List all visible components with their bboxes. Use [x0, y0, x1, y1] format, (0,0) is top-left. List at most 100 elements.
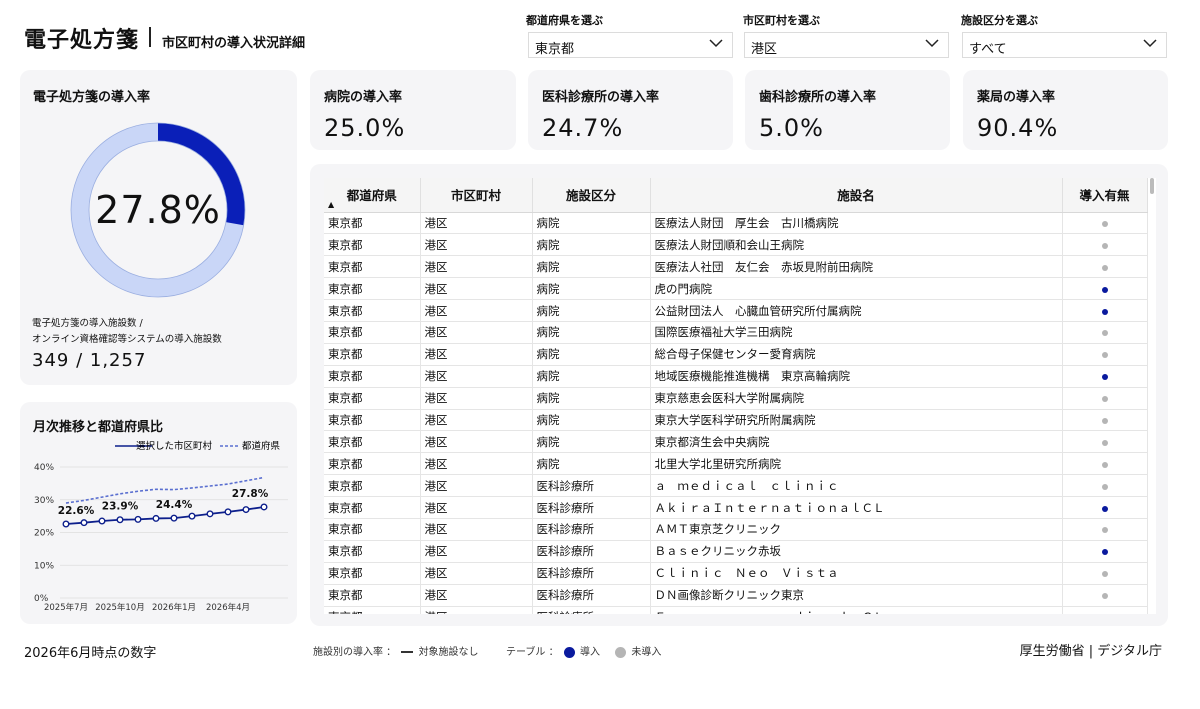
column-header-introduced[interactable]: 導入有無	[1062, 178, 1148, 213]
kpi-medical-clinic-value: 24.7%	[542, 114, 624, 142]
table-row[interactable]: 東京都 港区 病院 医療法人財団順和会山王病院	[324, 233, 1148, 257]
column-header-facility-type[interactable]: 施設区分	[532, 178, 651, 213]
footer-legend-table-label: テーブル ：	[506, 647, 559, 658]
cell-facility-type: 医科診療所	[532, 474, 651, 498]
cell-introduced	[1062, 518, 1148, 541]
y-tick-label: 10%	[34, 561, 54, 571]
cell-facility-type: 病院	[532, 387, 651, 410]
prefecture-select[interactable]: 東京都	[528, 32, 733, 58]
table-row[interactable]: 東京都 港区 病院 北里大学北里研究所病院	[324, 452, 1148, 476]
data-label: 27.8%	[232, 488, 269, 500]
cell-municipality: 港区	[420, 606, 533, 614]
x-tick-label: 2026年1月	[152, 602, 196, 613]
cell-introduced	[1062, 387, 1148, 410]
cell-facility-type: 病院	[532, 255, 651, 279]
overall-rate-value: 27.8%	[95, 188, 221, 232]
table-row[interactable]: 東京都 港区 病院 東京慈恵会医科大学附属病院	[324, 387, 1148, 410]
facility-table: 都道府県 ▲ 市区町村 施設区分 施設名 導入有無 東京都 港区 病院 医療法人財団 …	[324, 178, 1148, 614]
column-header-prefecture[interactable]: 都道府県 ▲	[324, 178, 421, 213]
cell-introduced	[1062, 409, 1148, 432]
data-point	[134, 515, 142, 523]
kpi-dental-clinic-card: 歯科診療所の導入率 5.0%	[745, 70, 950, 150]
cell-prefecture: 東京都	[324, 584, 421, 607]
cell-facility-type: 医科診療所	[532, 606, 651, 614]
cell-introduced	[1062, 255, 1148, 279]
cell-municipality: 港区	[420, 233, 533, 257]
table-row[interactable]: 東京都 港区 医科診療所 ＡＭＴ東京芝クリニック	[324, 518, 1148, 541]
cell-facility-type: 病院	[532, 365, 651, 388]
table-scrollbar-thumb[interactable]	[1150, 178, 1154, 194]
cell-facility-type: 医科診療所	[532, 540, 651, 563]
table-row[interactable]: 東京都 港区 病院 国際医療福祉大学三田病院	[324, 321, 1148, 344]
data-point	[224, 508, 232, 516]
cell-facility-name: 東京都済生会中央病院	[650, 430, 1063, 454]
table-row[interactable]: 東京都 港区 病院 東京都済生会中央病院	[324, 430, 1148, 454]
table-row[interactable]: 東京都 港区 医科診療所 Ｂａｓｅクリニック赤坂	[324, 540, 1148, 563]
facility-type-select-value: すべて	[969, 42, 1007, 57]
overall-counts: 349 / 1,257	[32, 350, 147, 371]
cell-prefecture: 東京都	[324, 212, 421, 235]
table-row[interactable]: 東京都港区医科診療所Ｅｖｅｒｇｒｅｅｎ ｍｅｄｉｃａｌ ＣＬ	[324, 606, 1148, 614]
data-point	[242, 506, 250, 514]
cell-municipality: 港区	[420, 365, 533, 388]
cell-prefecture: 東京都	[324, 452, 421, 476]
table-row[interactable]: 東京都 港区 病院 東京大学医科学研究所附属病院	[324, 409, 1148, 432]
dashed-line-icon	[401, 651, 414, 653]
table-row[interactable]: 東京都 港区 病院 総合母子保健センター愛育病院	[324, 343, 1148, 366]
cell-municipality: 港区	[420, 387, 533, 410]
kpi-pharmacy-title: 薬局の導入率	[977, 90, 1056, 105]
cell-introduced	[1062, 496, 1148, 519]
cell-facility-type: 病院	[532, 299, 651, 322]
cell-facility-name: Ｅｖｅｒｇｒｅｅｎ ｍｅｄｉｃａｌ ＣＬ	[650, 606, 1063, 614]
cell-introduced	[1062, 299, 1148, 322]
chevron-down-icon	[709, 39, 723, 48]
cell-prefecture: 東京都	[324, 518, 421, 541]
facility-type-select[interactable]: すべて	[962, 32, 1167, 58]
x-tick-label: 2025年7月	[44, 602, 88, 613]
municipality-select[interactable]: 港区	[744, 32, 949, 58]
not-introduced-dot-icon	[1101, 352, 1108, 359]
cell-municipality: 港区	[420, 255, 533, 279]
not-introduced-dot-icon	[1101, 461, 1108, 468]
cell-introduced	[1062, 540, 1148, 563]
table-header-row: 都道府県 ▲ 市区町村 施設区分 施設名 導入有無	[324, 178, 1148, 213]
overall-rate-title: 電子処方箋の導入率	[33, 90, 151, 105]
table-row[interactable]: 東京都 港区 病院 虎の門病院	[324, 277, 1148, 301]
cell-municipality: 港区	[420, 452, 533, 476]
facility-table-container[interactable]: 都道府県 ▲ 市区町村 施設区分 施設名 導入有無 東京都 港区 病院 医療法人財団 …	[324, 178, 1156, 614]
facility-type-filter: 施設区分を選ぶ すべて	[961, 12, 1167, 58]
cell-facility-type: 病院	[532, 343, 651, 366]
column-header-municipality[interactable]: 市区町村	[420, 178, 533, 213]
cell-prefecture: 東京都	[324, 233, 421, 257]
prefecture-filter: 都道府県を選ぶ 東京都	[526, 12, 733, 58]
cell-facility-type: 病院	[532, 212, 651, 235]
footer-legend-rate: 施設別の導入率 ： 対象施設なし	[313, 643, 479, 658]
introduced-dot-icon	[1101, 549, 1108, 556]
table-row[interactable]: 東京都 港区 病院 医療法人財団 厚生会 古川橋病院	[324, 212, 1148, 235]
table-row[interactable]: 東京都 港区 医科診療所 ＤＮ画像診断クリニック東京	[324, 584, 1148, 607]
table-row[interactable]: 東京都 港区 病院 公益財団法人 心臓血管研究所付属病院	[324, 299, 1148, 322]
cell-facility-name: ＡＭＴ東京芝クリニック	[650, 518, 1063, 541]
cell-facility-type: 病院	[532, 233, 651, 257]
cell-municipality: 港区	[420, 518, 533, 541]
footer-legend-yes-label: 導入	[579, 647, 600, 658]
kpi-hospital-card: 病院の導入率 25.0%	[310, 70, 516, 150]
cell-prefecture: 東京都	[324, 606, 421, 614]
cell-facility-name: 東京慈恵会医科大学附属病院	[650, 387, 1063, 410]
cell-facility-name: 公益財団法人 心臓血管研究所付属病院	[650, 299, 1063, 322]
table-row[interactable]: 東京都 港区 医科診療所 ＡｋｉｒａＩｎｔｅｒｎａｔｉｏｎａｌＣＬ	[324, 496, 1148, 519]
table-row[interactable]: 東京都 港区 医科診療所 Ｃｌｉｎｉｃ Ｎｅｏ Ｖｉｓｔａ	[324, 562, 1148, 585]
table-row[interactable]: 東京都 港区 病院 医療法人社団 友仁会 赤坂見附前田病院	[324, 255, 1148, 279]
cell-introduced	[1062, 233, 1148, 257]
cell-facility-type: 病院	[532, 430, 651, 454]
kpi-dental-clinic-value: 5.0%	[759, 114, 824, 142]
cell-facility-name: 医療法人社団 友仁会 赤坂見附前田病院	[650, 255, 1063, 279]
data-point	[62, 520, 70, 528]
data-label: 23.9%	[102, 501, 139, 513]
y-tick-label: 40%	[34, 463, 54, 473]
introduced-dot-icon	[1101, 505, 1108, 512]
table-row[interactable]: 東京都 港区 病院 地域医療機能推進機構 東京高輪病院	[324, 365, 1148, 388]
table-row[interactable]: 東京都 港区 医科診療所 ａ ｍｅｄｉｃａｌ ｃｌｉｎｉｃ	[324, 474, 1148, 498]
column-header-facility-name[interactable]: 施設名	[650, 178, 1063, 213]
cell-facility-type: 病院	[532, 452, 651, 476]
